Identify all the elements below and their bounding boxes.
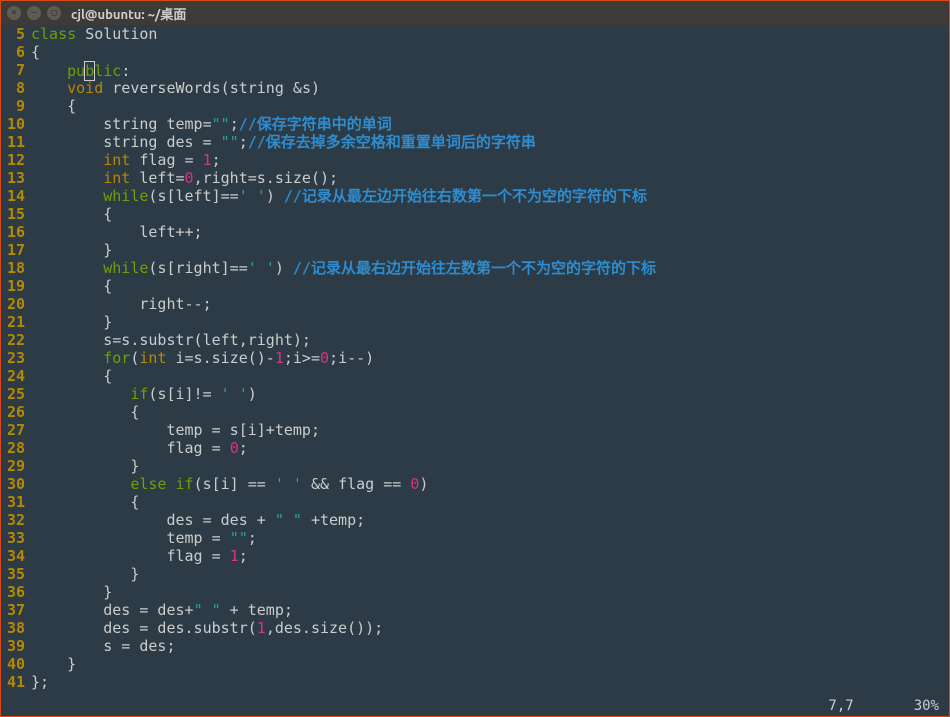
code-line[interactable]: for(int i=s.size()-1;i>=0;i--) — [31, 349, 949, 367]
line-number: 36 — [1, 583, 25, 601]
code-line[interactable]: temp = ""; — [31, 529, 949, 547]
line-number: 29 — [1, 457, 25, 475]
titlebar[interactable]: ✕ – ▢ cjl@ubuntu: ~/桌面 — [1, 1, 949, 25]
editor-area[interactable]: 5678910111213141516171819202122232425262… — [1, 25, 949, 696]
line-number: 17 — [1, 241, 25, 259]
line-number: 5 — [1, 25, 25, 43]
code-line[interactable]: while(s[right]==' ') //记录从最右边开始往左数第一个不为空… — [31, 259, 949, 277]
line-number: 25 — [1, 385, 25, 403]
code-line[interactable]: { — [31, 403, 949, 421]
line-number: 24 — [1, 367, 25, 385]
line-number: 27 — [1, 421, 25, 439]
code-line[interactable]: flag = 1; — [31, 547, 949, 565]
line-number-gutter: 5678910111213141516171819202122232425262… — [1, 25, 31, 696]
line-number: 20 — [1, 295, 25, 313]
code-line[interactable]: } — [31, 313, 949, 331]
code-line[interactable]: else if(s[i] == ' ' && flag == 0) — [31, 475, 949, 493]
line-number: 6 — [1, 43, 25, 61]
window-title: cjl@ubuntu: ~/桌面 — [71, 4, 186, 23]
code-line[interactable]: } — [31, 565, 949, 583]
code-line[interactable]: des = des.substr(1,des.size()); — [31, 619, 949, 637]
code-line[interactable]: { — [31, 43, 949, 61]
line-number: 22 — [1, 331, 25, 349]
maximize-icon[interactable]: ▢ — [47, 6, 61, 20]
code-line[interactable]: s=s.substr(left,right); — [31, 331, 949, 349]
code-line[interactable]: int left=0,right=s.size(); — [31, 169, 949, 187]
code-line[interactable]: des = des + " " +temp; — [31, 511, 949, 529]
line-number: 30 — [1, 475, 25, 493]
code-line[interactable]: } — [31, 655, 949, 673]
code-line[interactable]: class Solution — [31, 25, 949, 43]
code-line[interactable]: { — [31, 277, 949, 295]
line-number: 12 — [1, 151, 25, 169]
line-number: 40 — [1, 655, 25, 673]
code-line[interactable]: int flag = 1; — [31, 151, 949, 169]
line-number: 7 — [1, 61, 25, 79]
terminal-window: ✕ – ▢ cjl@ubuntu: ~/桌面 56789101112131415… — [0, 0, 950, 717]
line-number: 10 — [1, 115, 25, 133]
code-line[interactable]: if(s[i]!= ' ') — [31, 385, 949, 403]
line-number: 15 — [1, 205, 25, 223]
line-number: 28 — [1, 439, 25, 457]
line-number: 41 — [1, 673, 25, 691]
code-line[interactable]: temp = s[i]+temp; — [31, 421, 949, 439]
code-line[interactable]: { — [31, 367, 949, 385]
line-number: 8 — [1, 79, 25, 97]
code-line[interactable]: { — [31, 97, 949, 115]
status-bar: 7,7 30% — [1, 696, 949, 716]
minimize-icon[interactable]: – — [27, 6, 41, 20]
code-line[interactable]: { — [31, 205, 949, 223]
code-line[interactable]: } — [31, 241, 949, 259]
code-line[interactable]: }; — [31, 673, 949, 691]
line-number: 19 — [1, 277, 25, 295]
scroll-percentage: 30% — [914, 698, 939, 714]
cursor-position: 7,7 — [828, 698, 853, 714]
line-number: 23 — [1, 349, 25, 367]
code-line[interactable]: public: — [31, 61, 949, 79]
line-number: 11 — [1, 133, 25, 151]
line-number: 18 — [1, 259, 25, 277]
code-line[interactable]: left++; — [31, 223, 949, 241]
line-number: 37 — [1, 601, 25, 619]
code-line[interactable]: while(s[left]==' ') //记录从最左边开始往右数第一个不为空的… — [31, 187, 949, 205]
line-number: 38 — [1, 619, 25, 637]
line-number: 14 — [1, 187, 25, 205]
code-line[interactable]: } — [31, 583, 949, 601]
code-line[interactable]: des = des+" " + temp; — [31, 601, 949, 619]
line-number: 13 — [1, 169, 25, 187]
code-line[interactable]: { — [31, 493, 949, 511]
line-number: 9 — [1, 97, 25, 115]
line-number: 34 — [1, 547, 25, 565]
code-line[interactable]: flag = 0; — [31, 439, 949, 457]
code-line[interactable]: void reverseWords(string &s) — [31, 79, 949, 97]
line-number: 35 — [1, 565, 25, 583]
line-number: 32 — [1, 511, 25, 529]
code-line[interactable]: string temp="";//保存字符串中的单词 — [31, 115, 949, 133]
line-number: 31 — [1, 493, 25, 511]
line-number: 39 — [1, 637, 25, 655]
close-icon[interactable]: ✕ — [7, 6, 21, 20]
code-content[interactable]: class Solution{ public: void reverseWord… — [31, 25, 949, 696]
code-line[interactable]: s = des; — [31, 637, 949, 655]
line-number: 33 — [1, 529, 25, 547]
line-number: 26 — [1, 403, 25, 421]
code-line[interactable]: string des = "";//保存去掉多余空格和重置单词后的字符串 — [31, 133, 949, 151]
code-line[interactable]: right--; — [31, 295, 949, 313]
line-number: 16 — [1, 223, 25, 241]
code-line[interactable]: } — [31, 457, 949, 475]
line-number: 21 — [1, 313, 25, 331]
